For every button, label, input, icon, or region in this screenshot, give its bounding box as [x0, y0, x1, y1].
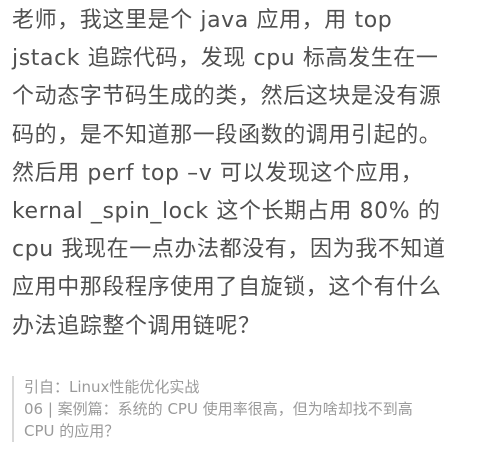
quote-article-title-cont: CPU 的应用？ [24, 422, 120, 440]
question-line: 老师，我这里是个 java 应用，用 top [12, 8, 393, 33]
question-line: 应用中那段程序使用了自旋锁，这个有什么 [12, 275, 442, 301]
question-line: cpu 我现在一点办法都没有，因为我不知道 [12, 237, 446, 263]
question-line: 个动态字节码生成的类，然后这块是没有源 [12, 84, 442, 110]
question-line: 码的，是不知道那一段函数的调用引起的。 [12, 122, 442, 148]
question-line: 然后用 perf top –v 可以发现这个应用， [12, 160, 424, 186]
question-line: jstack 追踪代码，发现 cpu 标高发生在一 [12, 46, 439, 72]
question-text: 老师，我这里是个 java 应用，用 top jstack 追踪代码，发现 cp… [12, 2, 487, 346]
quote-source: 引自：Linux性能优化实战 [24, 378, 200, 396]
quote-block[interactable]: 引自：Linux性能优化实战 06 | 案例篇：系统的 CPU 使用率很高，但为… [12, 376, 487, 442]
quote-article-title: 06 | 案例篇：系统的 CPU 使用率很高，但为啥却找不到高 [24, 400, 413, 418]
question-line: kernal _spin_lock 这个长期占用 80% 的 [12, 199, 441, 225]
note-card: 老师，我这里是个 java 应用，用 top jstack 追踪代码，发现 cp… [0, 0, 497, 464]
question-line: 办法追踪整个调用链呢？ [12, 313, 261, 339]
